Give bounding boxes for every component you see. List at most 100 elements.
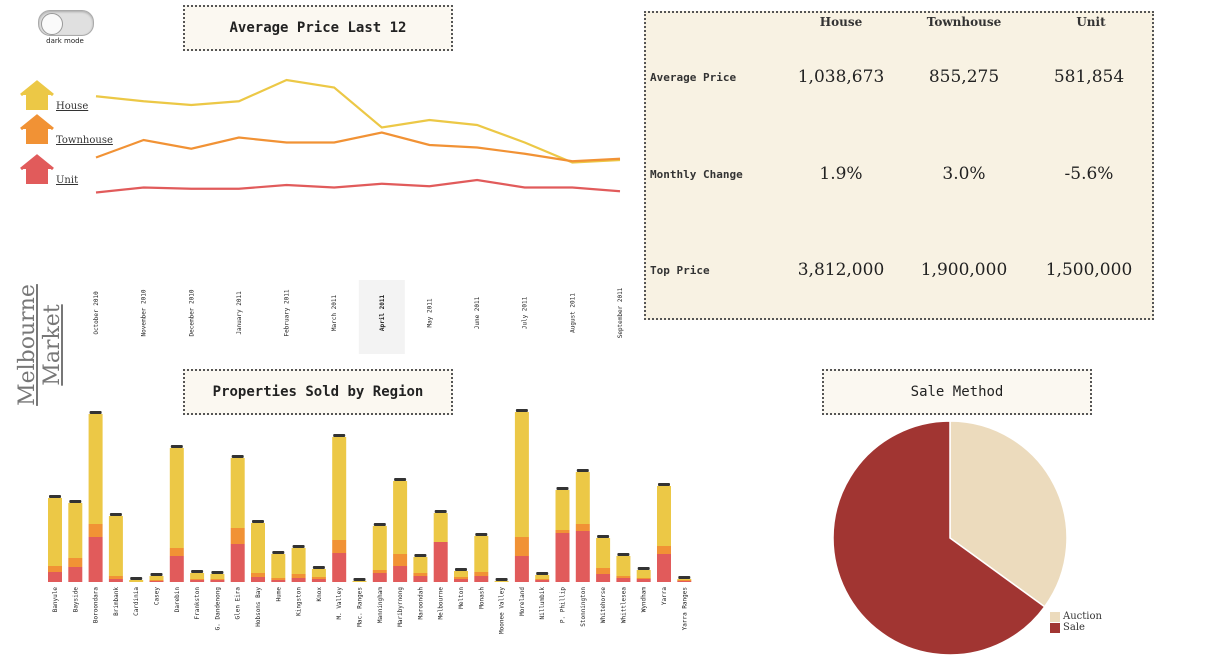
bar-townhouse-21[interactable] — [474, 572, 489, 576]
bar-townhouse-7[interactable] — [190, 579, 205, 580]
bar-townhouse-26[interactable] — [575, 524, 590, 531]
bar-unit-5[interactable] — [149, 581, 164, 582]
bar-house-27[interactable] — [596, 538, 611, 568]
bar-house-23[interactable] — [514, 412, 529, 537]
bar-unit-19[interactable] — [433, 542, 448, 582]
bar-townhouse-28[interactable] — [616, 576, 631, 578]
bar-townhouse-9[interactable] — [230, 528, 245, 544]
bar-house-11[interactable] — [271, 554, 286, 578]
bar-townhouse-11[interactable] — [271, 578, 286, 580]
region-tick-label: Kingston — [296, 587, 303, 616]
bar-house-30[interactable] — [657, 486, 671, 546]
bar-townhouse-16[interactable] — [372, 570, 387, 573]
bar-unit-12[interactable] — [291, 578, 306, 582]
bar-unit-30[interactable] — [657, 554, 671, 582]
bar-townhouse-27[interactable] — [596, 568, 611, 574]
bar-townhouse-12[interactable] — [291, 574, 306, 578]
bar-house-31[interactable] — [677, 579, 692, 580]
bar-unit-18[interactable] — [413, 576, 428, 582]
bar-unit-10[interactable] — [251, 577, 265, 582]
dark-mode-toggle[interactable] — [38, 10, 94, 36]
bar-unit-23[interactable] — [514, 556, 529, 582]
bar-townhouse-13[interactable] — [311, 577, 326, 579]
bar-townhouse-14[interactable] — [332, 540, 347, 553]
line-series-townhouse[interactable] — [95, 131, 621, 163]
bar-house-24[interactable] — [535, 575, 550, 579]
bar-townhouse-5[interactable] — [149, 580, 164, 581]
bar-house-1[interactable] — [68, 503, 83, 558]
bar-unit-1[interactable] — [68, 567, 83, 582]
bar-unit-9[interactable] — [230, 544, 245, 582]
bar-house-29[interactable] — [636, 570, 651, 578]
bar-unit-31[interactable] — [677, 581, 692, 582]
bar-unit-21[interactable] — [474, 576, 489, 582]
bar-unit-6[interactable] — [169, 556, 184, 582]
region-tick-label: Hume — [275, 587, 282, 602]
bar-house-10[interactable] — [251, 523, 265, 573]
bar-house-6[interactable] — [169, 448, 184, 548]
bar-townhouse-25[interactable] — [555, 530, 570, 533]
bar-unit-3[interactable] — [108, 579, 123, 582]
bar-unit-7[interactable] — [190, 580, 205, 582]
bar-unit-27[interactable] — [596, 574, 611, 582]
bar-house-4[interactable] — [129, 580, 144, 582]
bar-unit-11[interactable] — [271, 580, 286, 582]
bar-townhouse-30[interactable] — [657, 546, 671, 554]
bar-unit-14[interactable] — [332, 553, 347, 582]
bar-house-9[interactable] — [230, 458, 245, 528]
bar-house-0[interactable] — [48, 498, 62, 566]
bar-townhouse-1[interactable] — [68, 558, 83, 567]
bar-unit-24[interactable] — [535, 580, 550, 582]
bar-townhouse-0[interactable] — [48, 566, 62, 572]
bar-house-3[interactable] — [108, 516, 123, 576]
bar-cap-8 — [211, 571, 224, 574]
bar-house-7[interactable] — [190, 573, 205, 579]
bar-unit-25[interactable] — [555, 533, 570, 582]
bar-house-28[interactable] — [616, 556, 631, 576]
bar-house-8[interactable] — [210, 574, 225, 579]
bar-townhouse-10[interactable] — [251, 573, 265, 577]
bar-unit-8[interactable] — [210, 580, 225, 582]
bar-townhouse-2[interactable] — [88, 524, 103, 537]
bar-house-17[interactable] — [393, 481, 408, 554]
bar-townhouse-8[interactable] — [210, 579, 225, 580]
bar-unit-29[interactable] — [636, 579, 651, 582]
bar-unit-17[interactable] — [393, 566, 408, 582]
bar-house-14[interactable] — [332, 437, 347, 540]
bar-house-21[interactable] — [474, 536, 489, 572]
sale-swatch — [1050, 622, 1060, 633]
bar-house-2[interactable] — [88, 414, 103, 524]
bar-house-20[interactable] — [454, 571, 468, 577]
bar-house-25[interactable] — [555, 490, 570, 530]
bar-unit-2[interactable] — [88, 537, 103, 582]
bar-townhouse-6[interactable] — [169, 548, 184, 556]
bar-townhouse-23[interactable] — [514, 537, 529, 556]
pie-legend-sale[interactable]: Sale — [1050, 622, 1102, 633]
bar-townhouse-31[interactable] — [677, 580, 692, 581]
bar-townhouse-17[interactable] — [393, 554, 408, 566]
bar-house-18[interactable] — [413, 557, 428, 573]
bar-townhouse-3[interactable] — [108, 576, 123, 579]
bar-house-26[interactable] — [575, 472, 590, 524]
bar-townhouse-20[interactable] — [454, 577, 468, 579]
bar-house-16[interactable] — [372, 526, 387, 570]
bar-unit-16[interactable] — [372, 573, 387, 582]
bar-townhouse-29[interactable] — [636, 578, 651, 579]
bar-unit-28[interactable] — [616, 578, 631, 582]
bar-unit-13[interactable] — [311, 579, 326, 582]
bar-house-15[interactable] — [352, 581, 367, 582]
bar-unit-26[interactable] — [575, 531, 590, 582]
bar-house-19[interactable] — [433, 513, 448, 542]
stats-col-townhouse: Townhouse — [926, 15, 1002, 29]
bar-house-5[interactable] — [149, 576, 164, 580]
bar-townhouse-18[interactable] — [413, 573, 428, 576]
bar-house-22[interactable] — [494, 581, 509, 582]
bar-house-12[interactable] — [291, 548, 306, 574]
bar-townhouse-24[interactable] — [535, 579, 550, 580]
line-series-unit[interactable] — [95, 178, 621, 194]
line-series-house[interactable] — [95, 78, 621, 164]
bar-unit-0[interactable] — [48, 572, 62, 582]
bar-house-13[interactable] — [311, 569, 326, 577]
pie-legend-auction[interactable]: Auction — [1050, 611, 1102, 622]
bar-unit-20[interactable] — [454, 579, 468, 582]
